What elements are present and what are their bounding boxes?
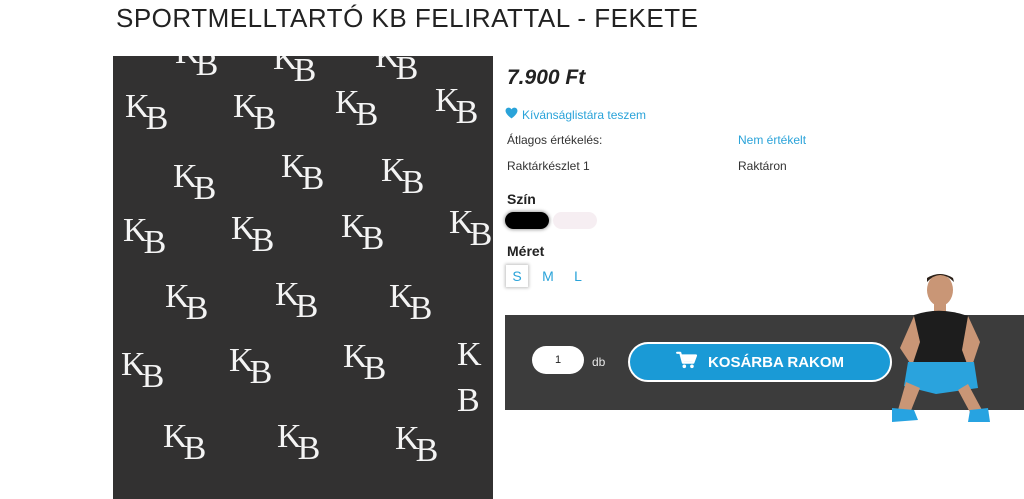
- pattern-logo: KB: [335, 84, 378, 133]
- pattern-logo: KB: [395, 420, 438, 469]
- stock-label: Raktárkészlet 1: [507, 159, 590, 173]
- pattern-logo: KB: [343, 338, 386, 387]
- color-label: Szín: [507, 191, 536, 207]
- pattern-logo: KB: [273, 56, 316, 89]
- wishlist-label: Kívánságlistára teszem: [522, 107, 647, 122]
- size-option-m[interactable]: M: [537, 265, 559, 287]
- pattern-logo: KB: [165, 278, 208, 327]
- heart-icon: [505, 107, 518, 122]
- product-price: 7.900 Ft: [507, 66, 586, 89]
- pattern-logo: KB: [381, 152, 424, 201]
- pattern-logo: KB: [123, 212, 166, 261]
- cart-icon: [675, 351, 698, 374]
- rating-label: Átlagos értékelés:: [507, 133, 603, 147]
- trainer-image: [878, 270, 1018, 440]
- pattern-logo: KB: [173, 158, 216, 207]
- product-image[interactable]: KBKBKBKBKBKBKBKBKBKBKBKBKBKBKBKBKBKBKBKB…: [113, 56, 493, 499]
- pattern-logo: KB: [389, 278, 432, 327]
- pattern-logo: KB: [175, 56, 218, 83]
- size-label: Méret: [507, 243, 545, 259]
- size-option-s[interactable]: S: [506, 265, 528, 287]
- page-title: SPORTMELLTARTÓ KB FELIRATTAL - FEKETE: [116, 3, 699, 33]
- pattern-logo: KB: [281, 148, 324, 197]
- color-swatch-black[interactable]: [505, 212, 549, 229]
- pattern-logo: KB: [375, 56, 418, 87]
- pattern-logo: KB: [341, 208, 384, 257]
- pattern-logo: KB: [275, 276, 318, 325]
- add-to-cart-label: KOSÁRBA RAKOM: [707, 353, 845, 371]
- stock-value: Raktáron: [738, 159, 787, 173]
- rating-value[interactable]: Nem értékelt: [738, 133, 806, 147]
- pattern-logo: KB: [457, 336, 481, 419]
- pattern-logo: KB: [435, 82, 478, 131]
- pattern-logo: KB: [163, 418, 206, 467]
- add-to-cart-button[interactable]: KOSÁRBA RAKOM: [628, 342, 892, 382]
- pattern-logo: KB: [231, 210, 274, 259]
- quantity-unit: db: [592, 355, 606, 369]
- pattern-logo: KB: [121, 346, 164, 395]
- quantity-input[interactable]: [532, 346, 584, 374]
- pattern-logo: KB: [125, 88, 168, 137]
- pattern-logo: KB: [449, 204, 492, 253]
- wishlist-link[interactable]: Kívánságlistára teszem: [505, 107, 646, 122]
- pattern-logo: KB: [233, 88, 276, 137]
- color-swatch-pink[interactable]: [553, 212, 597, 229]
- pattern-logo: KB: [277, 418, 320, 467]
- pattern-logo: KB: [229, 342, 272, 391]
- size-option-l[interactable]: L: [567, 265, 589, 287]
